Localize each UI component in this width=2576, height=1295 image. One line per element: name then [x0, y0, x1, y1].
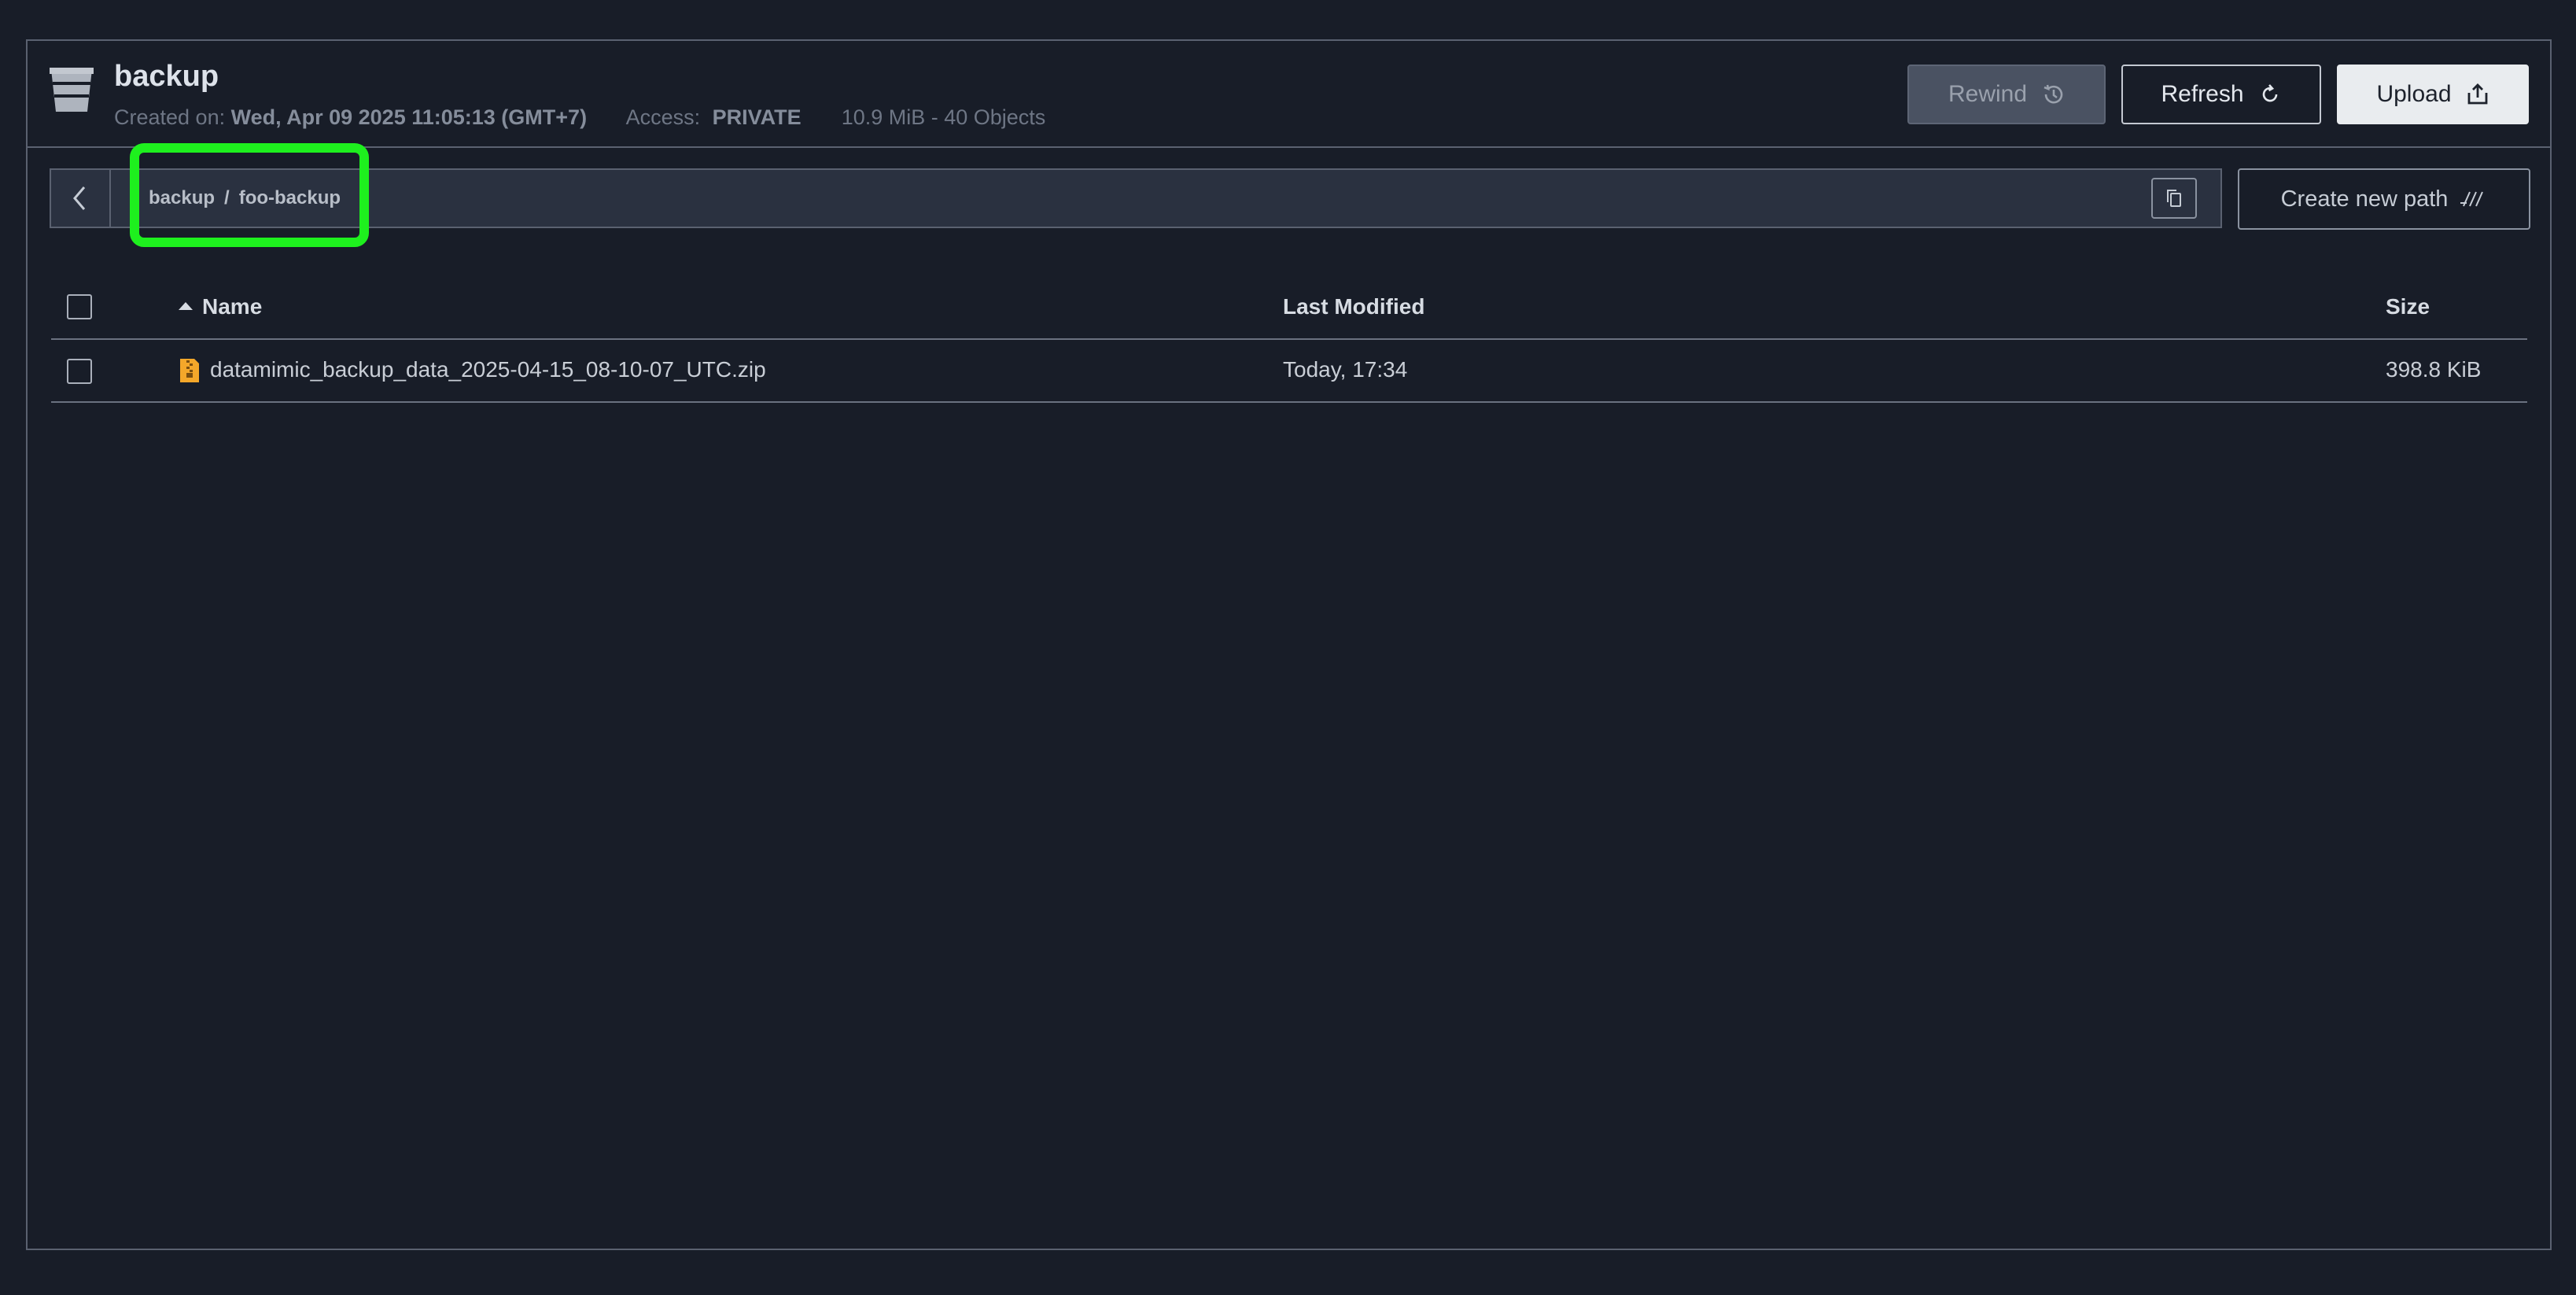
created-label: Created on: — [114, 105, 226, 129]
bucket-usage: 10.9 MiB - 40 Objects — [841, 105, 1046, 129]
file-last-modified: Today, 17:34 — [1283, 357, 1408, 382]
access-value: PRIVATE — [712, 105, 802, 129]
back-button[interactable] — [51, 170, 111, 227]
refresh-icon — [2262, 84, 2277, 102]
sort-ascending-icon — [179, 301, 193, 310]
breadcrumb-item-backup[interactable]: backup — [149, 187, 215, 208]
file-name[interactable]: datamimic_backup_data_2025-04-15_08-10-0… — [210, 357, 766, 382]
bucket-title: backup — [114, 60, 219, 93]
history-icon — [2043, 84, 2063, 104]
access-label: Access: — [625, 105, 701, 129]
table-row[interactable]: datamimic_backup_data_2025-04-15_08-10-0… — [51, 340, 2527, 403]
bucket-meta: Created on: Wed, Apr 09 2025 11:05:13 (G… — [114, 105, 1045, 130]
copy-icon — [2167, 190, 2181, 207]
copy-path-button[interactable] — [2151, 178, 2197, 219]
created-value: Wed, Apr 09 2025 11:05:13 (GMT+7) — [230, 105, 588, 129]
new-path-icon — [2460, 191, 2484, 207]
breadcrumb-separator: / — [224, 187, 230, 208]
rewind-button[interactable]: Rewind — [1907, 65, 2106, 124]
bucket-icon — [50, 68, 94, 112]
bucket-browser-panel: backup Created on: Wed, Apr 09 2025 11:0… — [26, 39, 2552, 1250]
row-checkbox[interactable] — [67, 359, 92, 384]
upload-icon — [2467, 83, 2487, 105]
column-header-last-modified[interactable]: Last Modified — [1283, 294, 1424, 319]
refresh-button[interactable]: Refresh — [2121, 65, 2321, 124]
column-header-name[interactable]: Name — [179, 294, 262, 319]
refresh-label: Refresh — [2161, 81, 2244, 107]
chevron-left-icon — [73, 186, 86, 210]
zip-file-icon — [180, 359, 199, 382]
file-size: 398.8 KiB — [2386, 357, 2482, 382]
create-new-path-button[interactable]: Create new path — [2238, 168, 2530, 230]
bucket-header: backup Created on: Wed, Apr 09 2025 11:0… — [28, 41, 2550, 148]
rewind-label: Rewind — [1948, 81, 2028, 107]
column-name-label: Name — [202, 294, 263, 319]
upload-button[interactable]: Upload — [2337, 65, 2529, 124]
select-all-checkbox[interactable] — [67, 294, 92, 319]
table-header-row: Name Last Modified Size — [51, 247, 2527, 340]
breadcrumb: backup / foo-backup — [149, 187, 341, 209]
path-bar: backup / foo-backup — [50, 168, 2222, 228]
column-header-size[interactable]: Size — [2386, 294, 2430, 319]
breadcrumb-item-foo-backup[interactable]: foo-backup — [239, 187, 341, 208]
upload-label: Upload — [2376, 81, 2452, 107]
create-path-label: Create new path — [2280, 186, 2449, 212]
objects-table: Name Last Modified Size datamimic_backup… — [51, 247, 2527, 403]
